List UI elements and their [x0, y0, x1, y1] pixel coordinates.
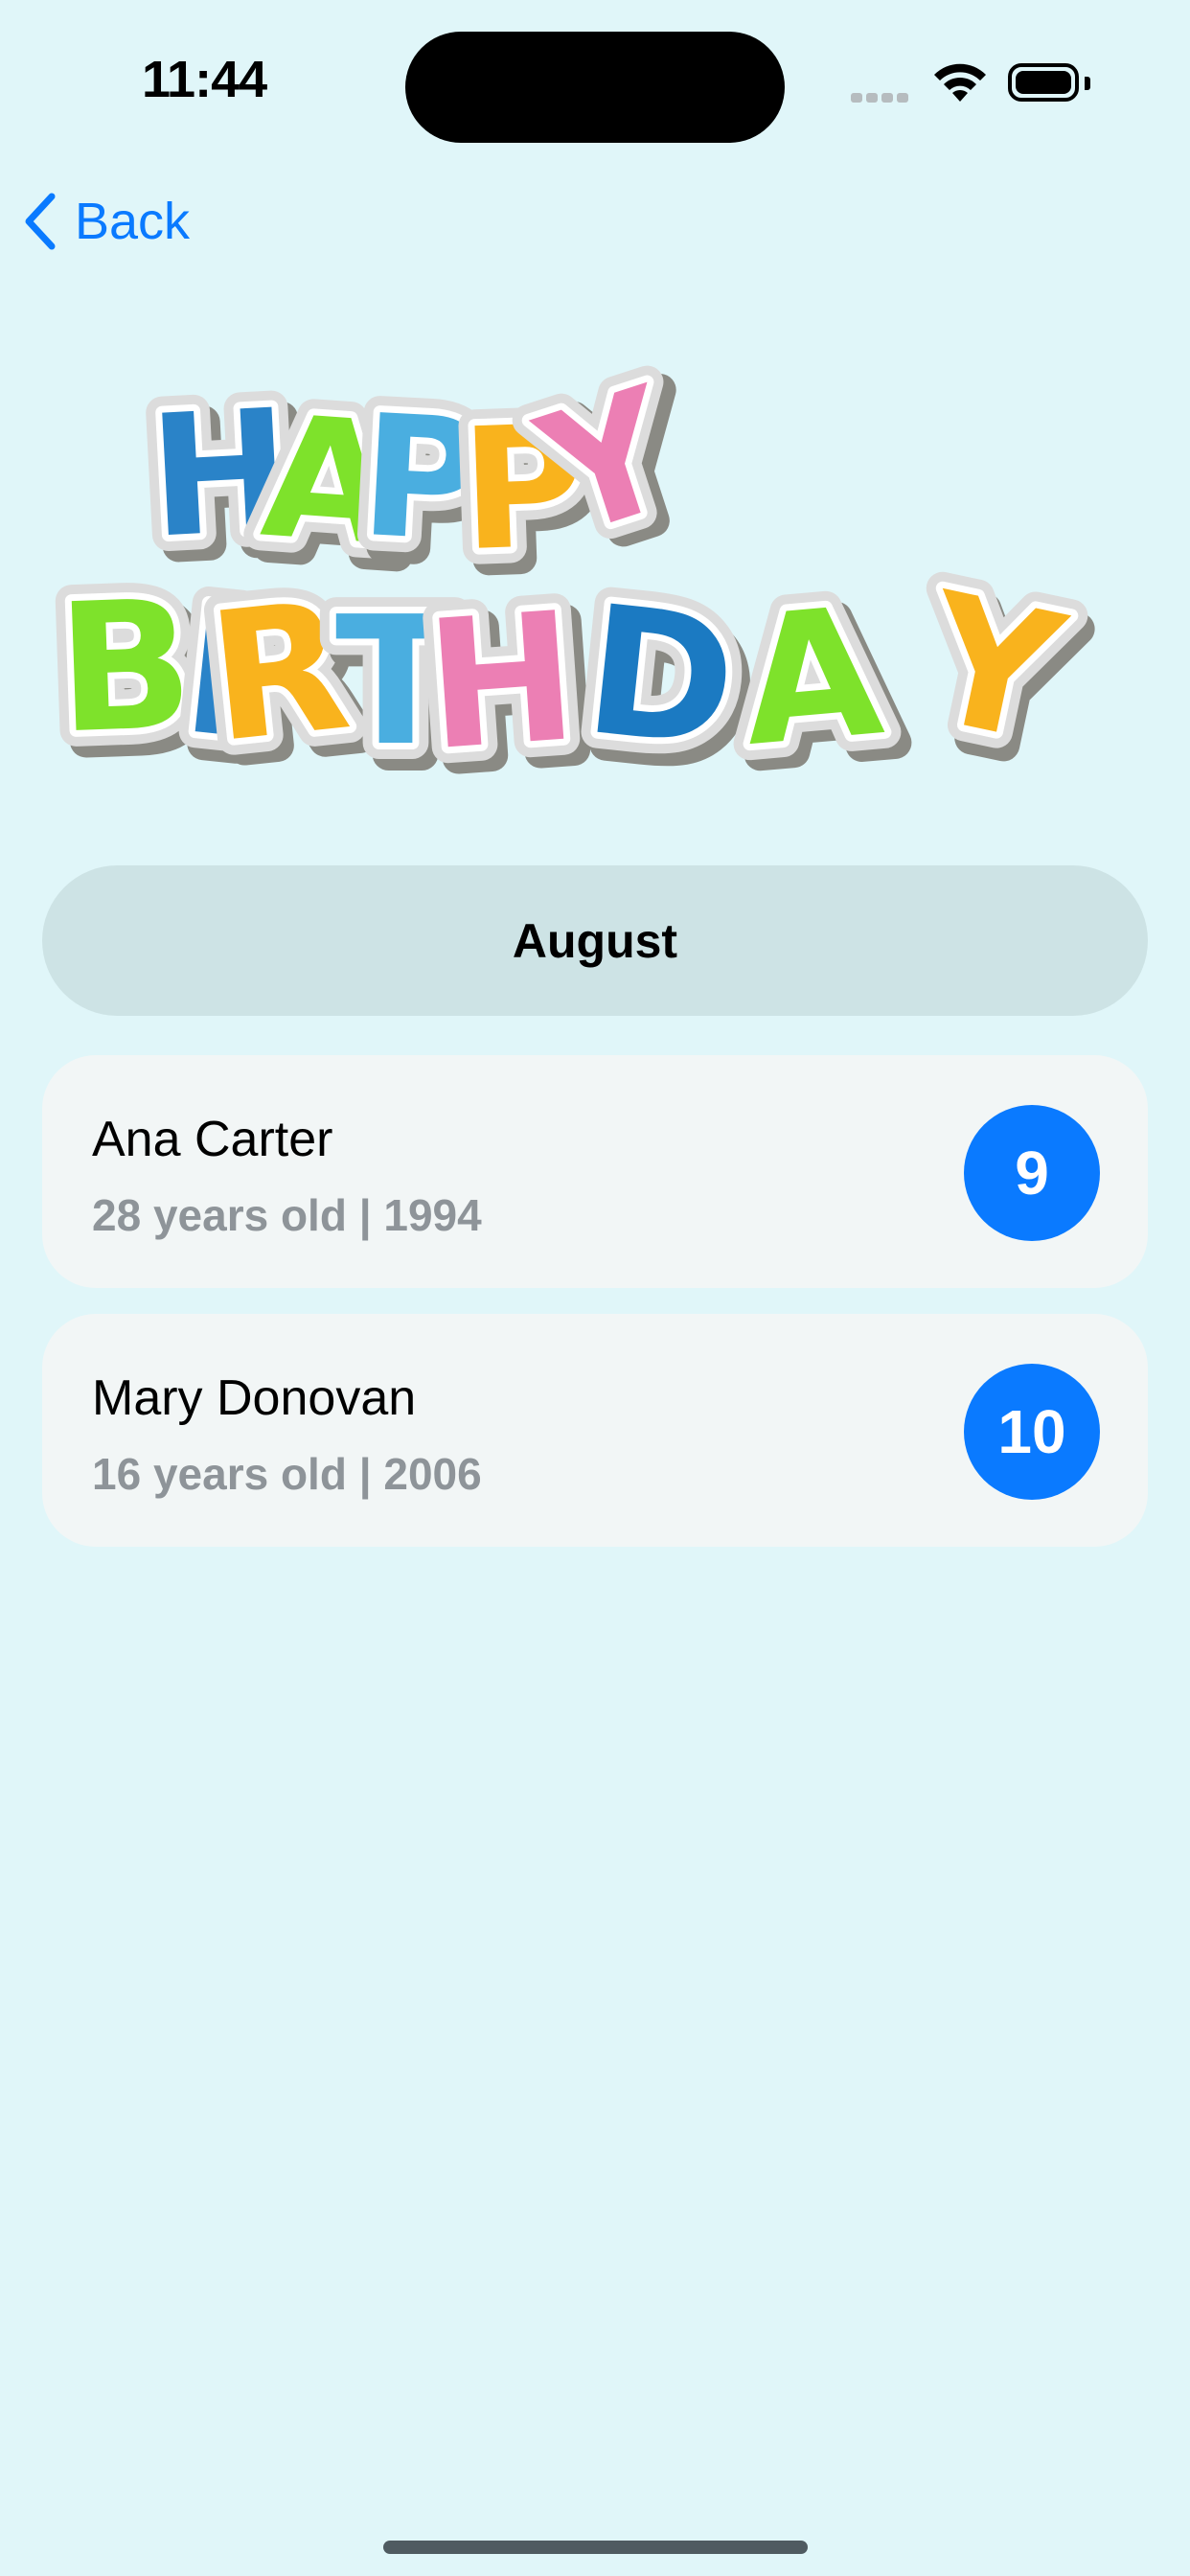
person-details: 28 years old | 1994 [92, 1190, 482, 1240]
banner-letter: H [421, 573, 584, 790]
day-badge: 9 [964, 1105, 1100, 1241]
cellular-signal-icon [851, 90, 912, 107]
battery-cap [1085, 77, 1090, 90]
happy-birthday-banner: HHHHAAAAPPPPPPPPYYYY BBBBIIIIRRRRTTTTHHH… [38, 335, 1103, 795]
chevron-left-icon [25, 193, 56, 250]
birthday-card[interactable]: Ana Carter 28 years old | 1994 9 [42, 1055, 1148, 1288]
back-button[interactable]: Back [23, 192, 190, 251]
wifi-icon [931, 61, 989, 108]
person-name: Mary Donovan [92, 1370, 417, 1426]
banner-letter: B [55, 562, 196, 773]
banner-letter: Y [906, 553, 1079, 783]
banner-letter: D [577, 566, 744, 788]
banner-letter: A [735, 567, 889, 786]
back-label: Back [75, 193, 191, 250]
status-time: 11:44 [142, 51, 267, 108]
banner-letter: R [200, 562, 357, 782]
person-name: Ana Carter [92, 1112, 333, 1167]
home-indicator [383, 2541, 808, 2554]
day-badge: 10 [964, 1364, 1100, 1500]
birthday-card[interactable]: Mary Donovan 16 years old | 2006 10 [42, 1314, 1148, 1547]
month-label: August [512, 913, 678, 968]
dynamic-island [405, 32, 785, 143]
person-details: 16 years old | 2006 [92, 1449, 482, 1499]
month-header: August [42, 865, 1148, 1016]
battery-icon [1008, 63, 1079, 102]
